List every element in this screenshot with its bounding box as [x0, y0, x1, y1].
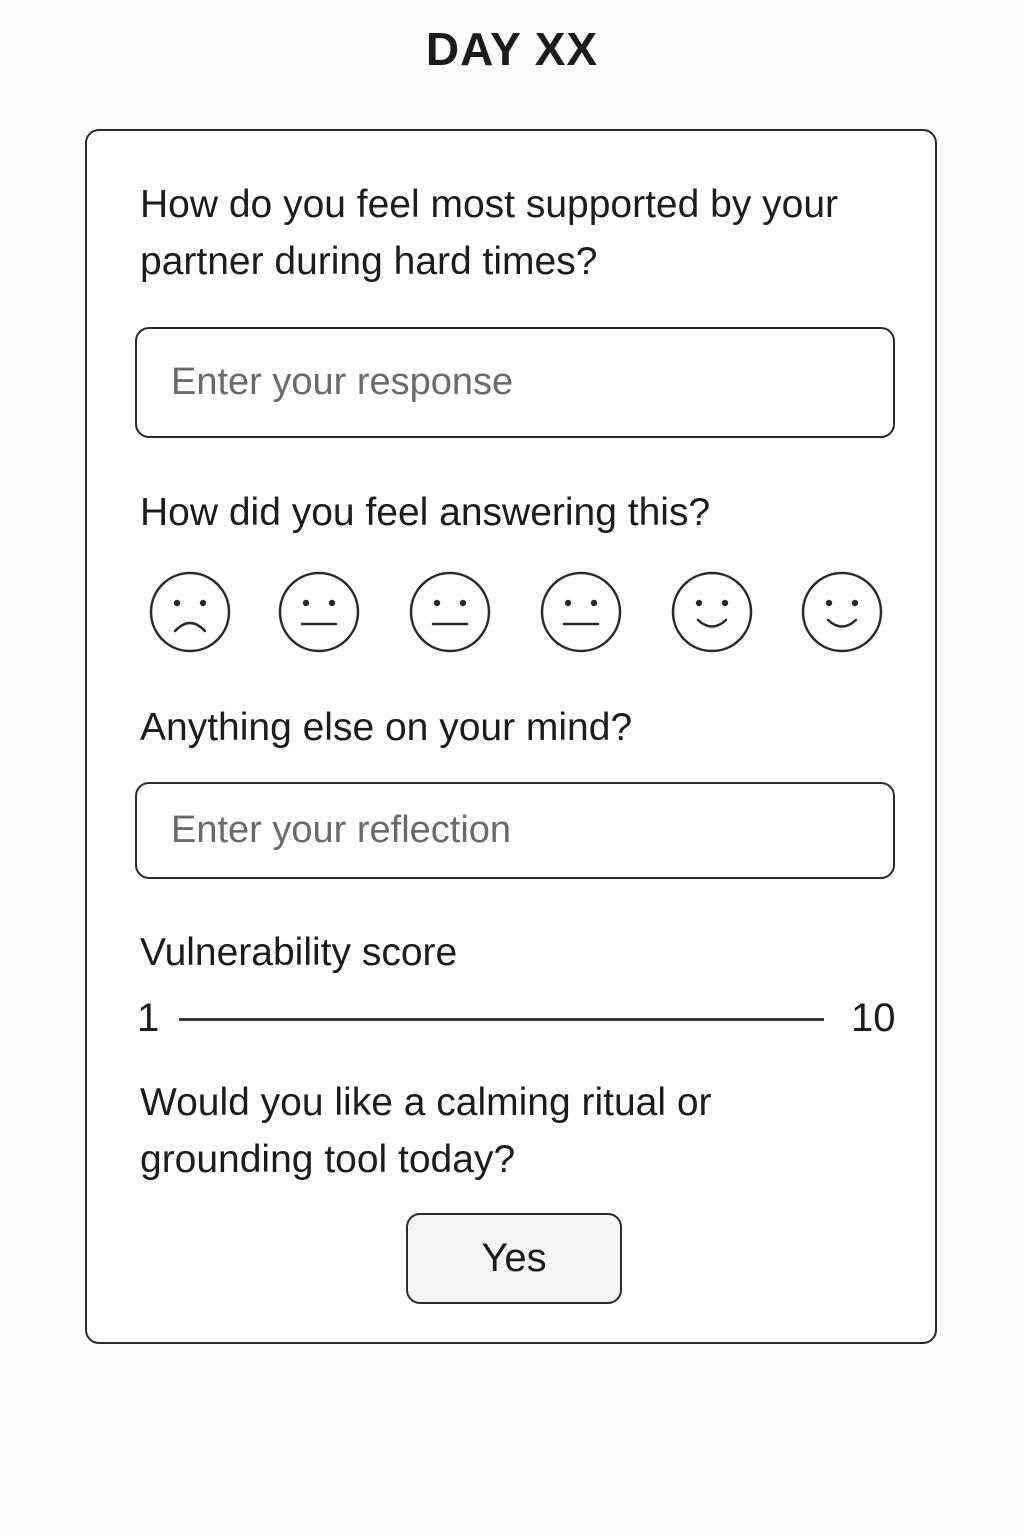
page: DAY XX How do you feel most supported by… [0, 0, 1024, 1536]
neutral-face-icon [540, 571, 622, 653]
mood-option-sad[interactable] [147, 569, 233, 655]
page-title: DAY XX [425, 23, 599, 75]
slider-max-label: 10 [851, 996, 896, 1040]
neutral-face-icon [278, 571, 360, 653]
journal-card: How do you feel most supported by your p… [85, 129, 937, 1344]
mood-option-happy-1[interactable] [669, 569, 755, 655]
slider-min-label: 1 [137, 996, 160, 1040]
question-ritual: Would you like a calming ritual or groun… [140, 1081, 712, 1181]
sad-face-icon [149, 571, 231, 653]
smiling-face-icon [671, 571, 753, 653]
question-feeling: How did you feel answering this? [140, 491, 711, 534]
neutral-face-icon [409, 571, 491, 653]
mood-option-neutral-2[interactable] [407, 569, 493, 655]
vulnerability-label: Vulnerability score [140, 931, 458, 974]
vulnerability-slider[interactable] [179, 1018, 824, 1021]
smiling-face-icon [801, 571, 883, 653]
mood-selector [87, 569, 939, 655]
mood-option-happy-2[interactable] [799, 569, 885, 655]
yes-button[interactable]: Yes [406, 1213, 622, 1304]
response-input[interactable] [135, 327, 895, 438]
mood-option-neutral-1[interactable] [276, 569, 362, 655]
question-mind: Anything else on your mind? [140, 706, 633, 749]
question-support: How do you feel most supported by your p… [140, 183, 839, 283]
mood-option-neutral-3[interactable] [538, 569, 624, 655]
reflection-input[interactable] [135, 782, 895, 879]
